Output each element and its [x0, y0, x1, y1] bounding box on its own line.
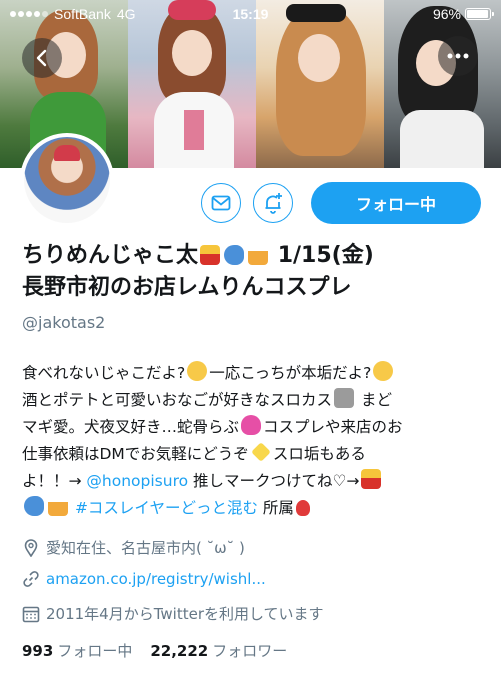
following-count: 993	[22, 642, 54, 660]
clock: 15:19	[232, 6, 269, 22]
bio-text: 酒とポテトと可愛いおなごが好きなスロカス	[22, 391, 333, 409]
beer-emoji	[48, 496, 68, 516]
more-button[interactable]	[438, 36, 478, 76]
bell-plus-icon	[265, 193, 282, 214]
location-row: 愛知在住、名古屋市内( ˘ω˘ )	[22, 537, 245, 558]
following-label: フォロー中	[57, 642, 133, 660]
profile-bio: 食べれないじゃこだよ? 一応こっちが本垢だよ? 酒とポテトと可愛いおなごが好きなス…	[22, 360, 492, 522]
display-name: ちりめんじゃこ太 1/15(金) 長野市初のお店レムりんコスプレ	[22, 240, 492, 304]
username-handle: @jakotas2	[22, 313, 106, 332]
name-text: ちりめんじゃこ太	[22, 243, 199, 268]
followers-count: 22,222	[150, 642, 209, 660]
beer-emoji	[248, 245, 269, 265]
bio-text: 一応こっちが本垢だよ?	[209, 364, 372, 382]
location-text: 愛知在住、名古屋市内( ˘ω˘ )	[46, 539, 245, 557]
back-icon	[36, 49, 47, 67]
following-count-link[interactable]: 993 フォロー中	[22, 640, 132, 661]
avatar[interactable]	[20, 133, 114, 227]
followers-count-link[interactable]: 22,222 フォロワー	[150, 640, 287, 661]
battery-percent: 96%	[432, 6, 461, 22]
fries-emoji	[361, 469, 382, 489]
battery-info: 96%	[432, 6, 494, 22]
joined-row: 2011年4月からTwitterを利用しています	[22, 603, 324, 624]
calendar-icon	[22, 605, 40, 623]
slot-machine-emoji	[334, 388, 355, 408]
back-button[interactable]	[22, 38, 62, 78]
website-row: amazon.co.jp/registry/wishl...	[22, 570, 266, 588]
bio-text: よ！！→	[22, 472, 87, 490]
fish-emoji	[24, 496, 44, 516]
bio-text: 所属	[257, 499, 294, 517]
bio-text: コスプレや来店のお	[263, 418, 403, 436]
bio-text: 食べれないじゃこだよ?	[22, 364, 186, 382]
fries-emoji	[200, 245, 221, 265]
name-line-2: 長野市初のお店レムりんコスプレ	[22, 275, 352, 300]
notifications-button[interactable]	[253, 183, 293, 223]
mention-link[interactable]: @honopisuro	[86, 472, 188, 490]
bio-text: まど	[356, 391, 392, 409]
follow-counts: 993 フォロー中 22,222 フォロワー	[22, 640, 287, 661]
following-button[interactable]: フォロー中	[311, 182, 481, 224]
website-link[interactable]: amazon.co.jp/registry/wishl...	[46, 570, 266, 588]
followers-label: フォロワー	[212, 642, 288, 660]
name-date: 1/15(金)	[277, 243, 374, 268]
bio-text: スロ垢もある	[272, 445, 366, 463]
joined-text: 2011年4月からTwitterを利用しています	[46, 605, 324, 623]
more-icon	[447, 53, 469, 59]
bio-text: 仕事依頼はDMでお気軽にどうぞ	[22, 445, 249, 463]
battery-icon	[465, 8, 494, 20]
bio-text: 推しマークつけてね♡→	[188, 472, 360, 490]
sparkles-emoji	[250, 442, 271, 462]
heart-emoji	[295, 500, 310, 516]
sparkling-heart-emoji	[241, 415, 262, 435]
status-bar: SoftBank 4G 15:19 96%	[0, 0, 501, 28]
pleading-emoji	[187, 361, 208, 381]
mail-icon	[211, 195, 231, 211]
fish-emoji	[224, 245, 245, 265]
link-icon	[22, 570, 40, 588]
pleading-emoji	[373, 361, 394, 381]
location-icon	[22, 538, 40, 557]
hashtag-link[interactable]: #コスレイヤーどっと混む	[75, 499, 258, 517]
message-button[interactable]	[201, 183, 241, 223]
bio-text: マギ愛。犬夜叉好き…蛇骨らぶ	[22, 418, 240, 436]
